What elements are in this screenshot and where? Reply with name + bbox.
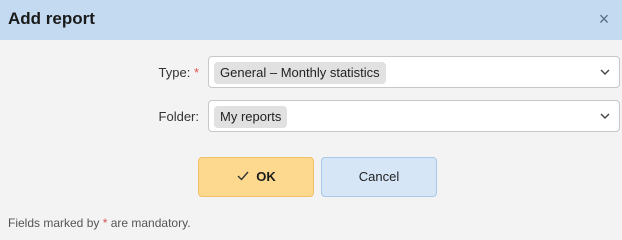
type-label: Type: * [159, 65, 199, 81]
dialog-title: Add report [8, 9, 95, 28]
type-selected-value: General – Monthly statistics [214, 62, 386, 84]
folder-row: Folder: My reports [0, 100, 622, 134]
chevron-down-icon[interactable] [599, 110, 611, 122]
close-icon[interactable]: × [594, 7, 614, 31]
footer-text-after: are mandatory. [107, 216, 191, 230]
ok-button-label: OK [256, 169, 276, 184]
required-marker: * [193, 65, 199, 80]
type-label-text: Type: [158, 65, 191, 80]
folder-label: Folder: [158, 109, 199, 124]
type-select[interactable]: General – Monthly statistics [208, 56, 620, 88]
dialog-titlebar: Add report × [0, 0, 622, 40]
footer-text-before: Fields marked by [8, 216, 103, 230]
cancel-button[interactable]: Cancel [321, 157, 437, 197]
add-report-dialog: Add report × Type: * General – Monthly s… [0, 0, 622, 240]
folder-selected-value: My reports [214, 106, 288, 128]
mandatory-fields-note: Fields marked by * are mandatory. [8, 215, 191, 231]
chevron-down-icon[interactable] [599, 66, 611, 78]
ok-button[interactable]: OK [198, 157, 314, 197]
dialog-buttons: OK Cancel [0, 157, 622, 197]
folder-select[interactable]: My reports [208, 100, 620, 132]
type-row: Type: * General – Monthly statistics [0, 56, 622, 90]
check-icon [237, 171, 249, 181]
